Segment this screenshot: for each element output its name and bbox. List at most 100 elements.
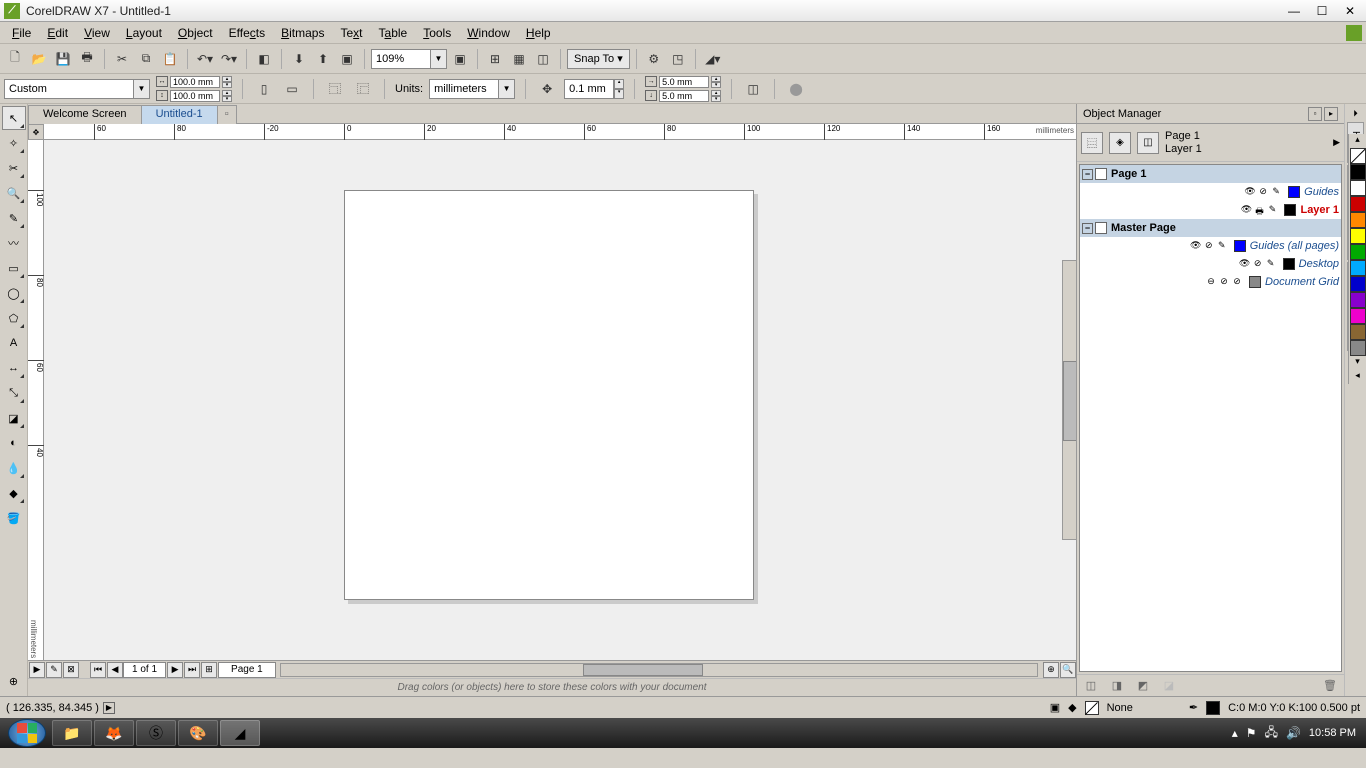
color-swatch-yellow[interactable] xyxy=(1350,228,1366,244)
tree-desktop-row[interactable]: 👁⊘✎ Desktop xyxy=(1080,255,1341,273)
layer-color-swatch[interactable] xyxy=(1284,204,1296,216)
rulers-button[interactable]: ⊞ xyxy=(484,48,506,70)
ruler-origin[interactable]: ✥ xyxy=(28,124,44,140)
fullscreen-button[interactable]: ▣ xyxy=(449,48,471,70)
chevron-down-icon[interactable]: ▼ xyxy=(499,79,515,99)
add-page-button[interactable]: ✎ xyxy=(46,662,62,678)
layer-color-swatch[interactable] xyxy=(1249,276,1261,288)
color-swatch-brown[interactable] xyxy=(1350,324,1366,340)
color-swatch-purple[interactable] xyxy=(1350,292,1366,308)
canvas[interactable] xyxy=(44,140,1076,660)
no-fill-button[interactable]: ⊠ xyxy=(63,662,79,678)
treat-as-filled-button[interactable]: ◫ xyxy=(742,78,764,100)
maximize-button[interactable]: ☐ xyxy=(1310,3,1334,19)
printable-icon[interactable]: ⊘ xyxy=(1203,240,1215,252)
palette-down-button[interactable]: ▾ xyxy=(1349,356,1366,370)
chevron-down-icon[interactable]: ▼ xyxy=(134,79,150,99)
outline-swatch[interactable] xyxy=(1206,701,1220,715)
menu-edit[interactable]: Edit xyxy=(39,24,76,42)
tray-volume-icon[interactable]: 🔊 xyxy=(1286,726,1301,740)
collapse-icon[interactable]: − xyxy=(1082,169,1093,180)
color-swatch-gray[interactable] xyxy=(1350,340,1366,356)
publish-pdf-button[interactable]: ▣ xyxy=(336,48,358,70)
quick-customize-button[interactable]: ⊕ xyxy=(2,669,26,693)
printable-icon[interactable]: ⊘ xyxy=(1257,186,1269,198)
landscape-button[interactable]: ▭ xyxy=(281,78,303,100)
layer-color-swatch[interactable] xyxy=(1288,186,1300,198)
shape-tool[interactable]: ✧ xyxy=(2,131,26,155)
add-page-after-button[interactable]: ⊞ xyxy=(201,662,217,678)
printable-icon[interactable]: ⊘ xyxy=(1218,276,1230,288)
new-master-layer-all-button[interactable]: ◩ xyxy=(1133,677,1153,695)
menu-table[interactable]: Table xyxy=(371,24,416,42)
pick-tool[interactable]: ↖ xyxy=(2,106,26,130)
connector-tool[interactable]: ⤡ xyxy=(2,381,26,405)
zoom-tool[interactable]: 🔍 xyxy=(2,181,26,205)
no-color-swatch[interactable] xyxy=(1350,148,1366,164)
copy-button[interactable]: ⧉ xyxy=(135,48,157,70)
last-page-button[interactable]: ⏭ xyxy=(184,662,200,678)
visible-icon[interactable]: 👁 xyxy=(1190,240,1202,252)
ellipse-tool[interactable]: ◯ xyxy=(2,281,26,305)
menu-object[interactable]: Object xyxy=(170,24,221,42)
docker-menu-button[interactable]: ▸ xyxy=(1324,107,1338,121)
page-indicator[interactable]: 1 of 1 xyxy=(123,662,166,678)
editable-icon[interactable]: ✎ xyxy=(1266,204,1278,216)
current-page-button[interactable]: ⿸ xyxy=(352,78,374,100)
tray-network-icon[interactable]: 🖧 xyxy=(1265,723,1278,744)
printable-icon[interactable]: ⊘ xyxy=(1252,258,1264,270)
redo-button[interactable]: ↷▾ xyxy=(218,48,240,70)
menu-help[interactable]: Help xyxy=(518,24,559,42)
app-launcher-button[interactable]: ◢▾ xyxy=(702,48,724,70)
search-content-button[interactable]: ◧ xyxy=(253,48,275,70)
undo-button[interactable]: ↶▾ xyxy=(194,48,216,70)
visible-icon[interactable]: 👁 xyxy=(1244,186,1256,198)
move-to-layer-button[interactable]: ◪ xyxy=(1159,677,1179,695)
prev-page-button[interactable]: ◀ xyxy=(107,662,123,678)
drop-shadow-tool[interactable]: ◪ xyxy=(2,406,26,430)
parallel-dimension-tool[interactable]: ↔ xyxy=(2,356,26,380)
scrollbar-thumb[interactable] xyxy=(1063,361,1076,441)
color-swatch-green[interactable] xyxy=(1350,244,1366,260)
color-eyedropper-tool[interactable]: 💧 xyxy=(2,456,26,480)
palette-up-button[interactable]: ▴ xyxy=(1349,134,1366,148)
artistic-media-tool[interactable]: 〰 xyxy=(2,231,26,255)
docker-expand-icon[interactable]: ⏵ xyxy=(1353,108,1358,122)
docker-title-bar[interactable]: Object Manager ▫ ▸ xyxy=(1077,104,1344,124)
expand-button[interactable]: ▶ xyxy=(29,662,45,678)
spinner[interactable]: ▴▾ xyxy=(222,90,232,102)
nudge-input-group[interactable]: ▴▾ xyxy=(564,78,624,100)
taskbar-explorer[interactable]: 📁 xyxy=(52,720,92,746)
show-properties-button[interactable]: ⿳ xyxy=(1081,132,1103,154)
tree-guides-row[interactable]: 👁⊘✎ Guides xyxy=(1080,183,1341,201)
layer-color-swatch[interactable] xyxy=(1283,258,1295,270)
layer-manager-view-button[interactable]: ◫ xyxy=(1137,132,1159,154)
portrait-button[interactable]: ▯ xyxy=(253,78,275,100)
page-height-input[interactable] xyxy=(170,90,220,102)
color-swatch-cyan[interactable] xyxy=(1350,260,1366,276)
menu-file[interactable]: File xyxy=(4,24,39,42)
nudge-input[interactable] xyxy=(564,79,614,99)
open-button[interactable]: 📂 xyxy=(28,48,50,70)
page-tab[interactable]: Page 1 xyxy=(218,662,276,678)
menu-view[interactable]: View xyxy=(76,24,118,42)
page[interactable] xyxy=(344,190,754,600)
menu-window[interactable]: Window xyxy=(459,24,518,42)
zoom-combo[interactable]: ▼ xyxy=(371,48,447,70)
chevron-down-icon[interactable]: ▼ xyxy=(431,49,447,69)
color-proof-icon[interactable]: ▣ xyxy=(1050,701,1060,714)
paste-button[interactable]: 📋 xyxy=(159,48,181,70)
vertical-scrollbar[interactable] xyxy=(1062,260,1076,540)
tree-layer1-row[interactable]: 👁🖶✎ Layer 1 xyxy=(1080,201,1341,219)
vertical-ruler[interactable]: 100 80 60 40 millimeters xyxy=(28,140,44,660)
taskbar-firefox[interactable]: 🦊 xyxy=(94,720,134,746)
snap-dropdown[interactable]: Snap To ▾ xyxy=(567,49,630,69)
zoom-button[interactable]: 🔍 xyxy=(1060,662,1076,678)
tree-grid-row[interactable]: ⊖⊘⊘ Document Grid xyxy=(1080,273,1341,291)
spinner[interactable]: ▴▾ xyxy=(614,79,624,99)
color-swatch-blue[interactable] xyxy=(1350,276,1366,292)
horizontal-scrollbar[interactable] xyxy=(280,663,1038,677)
import-button[interactable]: ⬇ xyxy=(288,48,310,70)
visible-icon[interactable]: 👁 xyxy=(1239,258,1251,270)
new-button[interactable]: 🗋 xyxy=(4,48,26,70)
